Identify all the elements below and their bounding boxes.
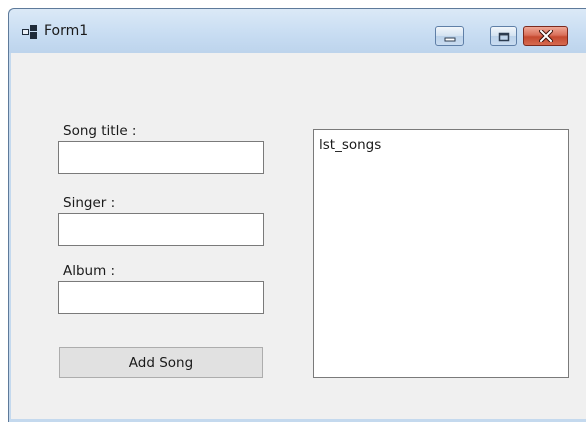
singer-input[interactable] xyxy=(58,213,264,246)
maximize-button[interactable] xyxy=(490,26,517,46)
close-button[interactable] xyxy=(523,26,568,46)
maximize-icon xyxy=(498,27,510,46)
songs-listbox[interactable]: lst_songs xyxy=(313,129,569,378)
album-label: Album : xyxy=(63,263,116,279)
close-icon xyxy=(537,27,554,46)
window-title: Form1 xyxy=(44,23,89,39)
song-title-input[interactable] xyxy=(58,141,264,174)
form-window-icon[interactable] xyxy=(22,24,38,40)
add-song-button[interactable]: Add Song xyxy=(59,347,263,378)
song-title-label: Song title : xyxy=(63,123,137,139)
form-client-area: Song title : Singer : Album : Add Song l… xyxy=(11,53,586,419)
minimize-icon xyxy=(444,27,456,46)
minimize-button[interactable] xyxy=(435,26,464,46)
album-input[interactable] xyxy=(58,281,264,314)
form1-window: Form1 Song title: Singer: Album: Add … xyxy=(8,8,586,422)
list-item[interactable]: lst_songs xyxy=(319,137,381,153)
singer-label: Singer : xyxy=(63,195,116,211)
title-bar[interactable]: Form1 xyxy=(9,9,586,53)
